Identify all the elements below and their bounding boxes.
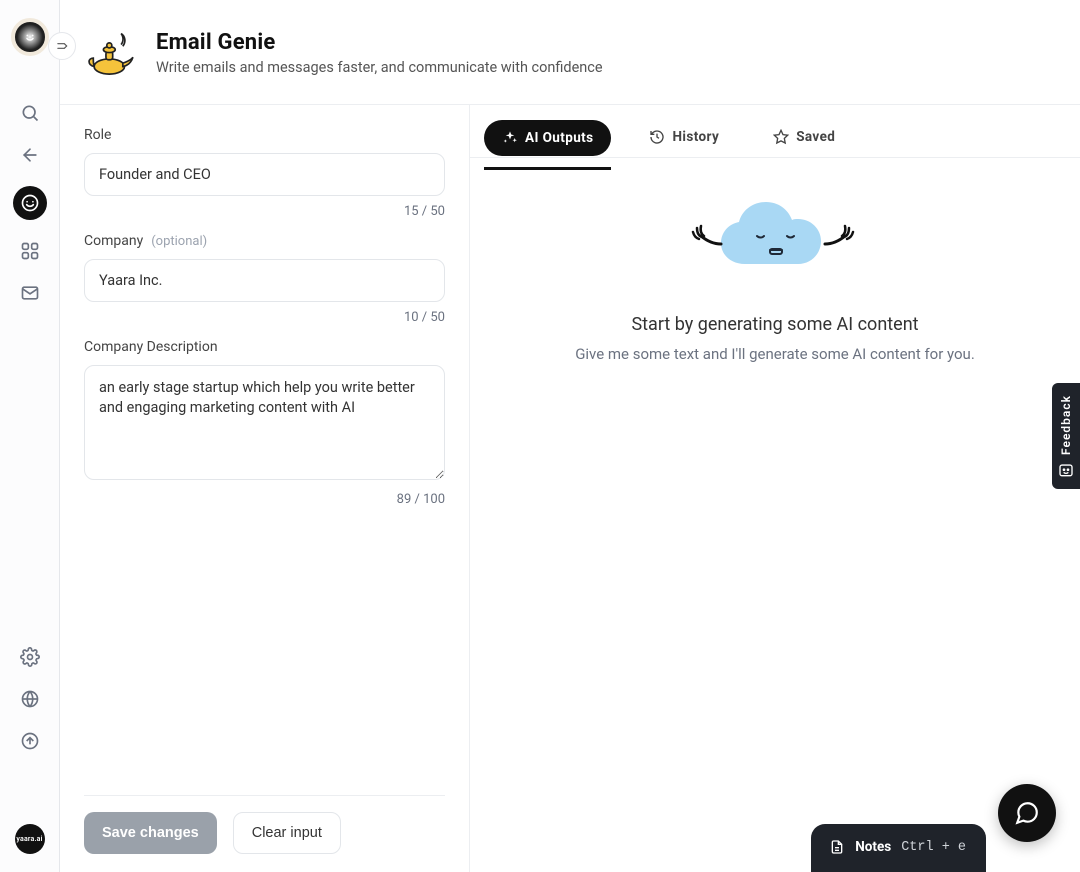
chat-bubble-icon [1014,800,1040,826]
gear-icon[interactable] [19,646,41,668]
feedback-label: Feedback [1059,395,1073,455]
history-icon [649,129,665,145]
empty-state-subtitle: Give me some text and I'll generate some… [575,345,975,363]
company-description-counter: 89 / 100 [84,492,445,507]
star-icon [773,129,789,145]
clear-button[interactable]: Clear input [233,812,341,854]
share-icon[interactable] [19,730,41,752]
company-label: Company [84,233,143,249]
save-button[interactable]: Save changes [84,812,217,854]
output-tabs: AI Outputs History Saved [470,105,1080,158]
tab-history[interactable]: History [633,119,735,157]
page-title: Email Genie [156,30,603,55]
chat-fab[interactable] [998,784,1056,842]
globe-icon[interactable] [19,688,41,710]
notes-button[interactable]: Notes Ctrl + e [811,824,986,872]
tab-saved[interactable]: Saved [757,119,851,157]
company-description-label: Company Description [84,339,445,355]
active-app-icon[interactable] [13,186,47,220]
feedback-smile-icon [1058,463,1074,479]
genie-lamp-icon [84,26,138,80]
back-arrow-icon[interactable] [19,144,41,166]
role-input[interactable] [84,153,445,196]
form-panel: Role 15 / 50 Company (optional) 10 / 50 [60,105,470,872]
empty-state-title: Start by generating some AI content [631,314,918,335]
avatar[interactable] [11,18,49,56]
mail-icon[interactable] [19,282,41,304]
empty-state: Start by generating some AI content Give… [470,158,1080,872]
company-description-textarea[interactable] [84,365,445,480]
company-input[interactable] [84,259,445,302]
search-icon[interactable] [19,102,41,124]
document-icon [829,838,845,856]
company-optional-tag: (optional) [151,234,207,249]
feedback-tab[interactable]: Feedback [1052,383,1080,489]
notes-shortcut: Ctrl + e [901,840,966,855]
brand-label: yaara.ai [16,835,42,843]
apps-grid-icon[interactable] [19,240,41,262]
output-panel: AI Outputs History Saved [470,105,1080,872]
tab-ai-outputs[interactable]: AI Outputs [484,120,611,156]
sidebar-rail: yaara.ai [0,0,60,872]
tab-ai-outputs-label: AI Outputs [525,130,593,146]
page-subtitle: Write emails and messages faster, and co… [156,59,603,76]
notes-label: Notes [855,839,891,855]
tab-history-label: History [672,129,719,145]
role-label: Role [84,127,445,143]
smile-icon [15,22,45,52]
role-counter: 15 / 50 [84,204,445,219]
cloud-illustration-icon [675,194,875,294]
company-counter: 10 / 50 [84,310,445,325]
header: Email Genie Write emails and messages fa… [60,0,1080,105]
tab-saved-label: Saved [796,129,835,145]
sparkle-icon [502,130,518,146]
brand-badge[interactable]: yaara.ai [15,824,45,854]
